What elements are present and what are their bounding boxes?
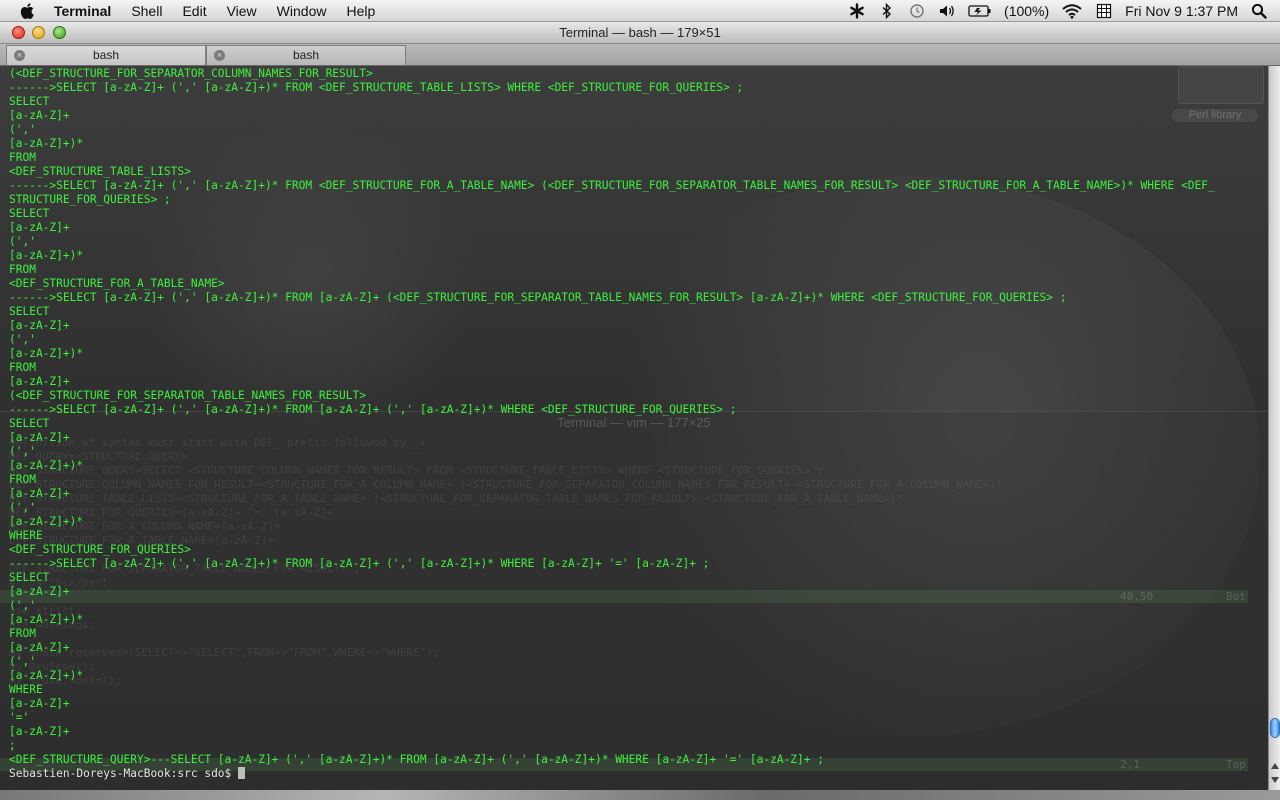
terminal-output: (<DEF_STRUCTURE_FOR_SEPARATOR_COLUMN_NAM… bbox=[9, 67, 1264, 781]
terminal-line: '=' bbox=[9, 711, 30, 724]
terminal-line: (<DEF_STRUCTURE_FOR_SEPARATOR_COLUMN_NAM… bbox=[9, 67, 373, 80]
terminal-line: [a-zA-Z]+ bbox=[9, 725, 70, 738]
scrollbar-thumb[interactable] bbox=[1270, 718, 1280, 738]
terminal-line: [a-zA-Z]+ bbox=[9, 487, 70, 500]
terminal-line: (',' bbox=[9, 235, 36, 248]
terminal-line: ; bbox=[9, 739, 16, 752]
terminal-line: FROM bbox=[9, 263, 36, 276]
terminal-line: ------>SELECT [a-zA-Z]+ (',' [a-zA-Z]+)*… bbox=[9, 81, 744, 94]
keyboard-layout-icon[interactable] bbox=[1095, 3, 1113, 19]
terminal-line: FROM bbox=[9, 151, 36, 164]
tab-label: bash bbox=[292, 48, 320, 62]
tab-bar: × bash × bash bbox=[0, 44, 1280, 66]
terminal-line: ------>SELECT [a-zA-Z]+ (',' [a-zA-Z]+)*… bbox=[9, 179, 1215, 192]
shell-prompt: Sebastien-Doreys-MacBook:src sdo$ bbox=[9, 767, 232, 780]
volume-icon[interactable] bbox=[938, 3, 956, 19]
terminal-line: <DEF_STRUCTURE_FOR_QUERIES> bbox=[9, 543, 191, 556]
time-machine-icon[interactable] bbox=[908, 3, 926, 19]
wifi-icon[interactable] bbox=[1061, 3, 1083, 19]
terminal-line: [a-zA-Z]+)* bbox=[9, 613, 84, 626]
asterisk-icon[interactable] bbox=[848, 3, 866, 19]
terminal-line: ------>SELECT [a-zA-Z]+ (',' [a-zA-Z]+)*… bbox=[9, 557, 710, 570]
window-title-bar[interactable]: Terminal — bash — 179×51 bbox=[0, 22, 1280, 44]
terminal-line: SELECT bbox=[9, 95, 50, 108]
terminal-line: (',' bbox=[9, 655, 36, 668]
terminal-line: [a-zA-Z]+ bbox=[9, 641, 70, 654]
terminal-line: SELECT bbox=[9, 305, 50, 318]
terminal-line: STRUCTURE_FOR_QUERIES> ; bbox=[9, 193, 171, 206]
menu-app-terminal[interactable]: Terminal bbox=[54, 3, 111, 19]
terminal-line: [a-zA-Z]+ bbox=[9, 221, 70, 234]
menu-bar: Terminal Shell Edit View Window Help (10… bbox=[0, 0, 1280, 22]
terminal-line: <DEF_STRUCTURE_TABLE_LISTS> bbox=[9, 165, 191, 178]
tab-bash-2[interactable]: × bash bbox=[206, 45, 406, 65]
terminal-line: [a-zA-Z]+ bbox=[9, 319, 70, 332]
battery-percentage: (100%) bbox=[1004, 3, 1050, 19]
apple-icon[interactable] bbox=[18, 1, 38, 21]
menu-window[interactable]: Window bbox=[277, 3, 327, 19]
terminal-line: [a-zA-Z]+)* bbox=[9, 459, 84, 472]
terminal-line: [a-zA-Z]+)* bbox=[9, 347, 84, 360]
terminal-line: [a-zA-Z]+)* bbox=[9, 249, 84, 262]
terminal-line: (',' bbox=[9, 445, 36, 458]
terminal-line: [a-zA-Z]+ bbox=[9, 697, 70, 710]
terminal-line: (',' bbox=[9, 123, 36, 136]
terminal-line: WHERE bbox=[9, 529, 43, 542]
menu-bar-status-area: (100%) Fri Nov 9 1:37 PM bbox=[848, 0, 1280, 22]
close-tab-icon[interactable]: × bbox=[214, 50, 225, 61]
spotlight-icon[interactable] bbox=[1250, 3, 1268, 19]
terminal-line: <DEF_STRUCTURE_QUERY>---SELECT [a-zA-Z]+… bbox=[9, 753, 824, 766]
terminal-scrollbar[interactable] bbox=[1268, 66, 1280, 790]
tab-label: bash bbox=[92, 48, 120, 62]
scroll-up-arrow-icon[interactable] bbox=[1271, 763, 1279, 769]
menu-edit[interactable]: Edit bbox=[182, 3, 206, 19]
terminal-line: [a-zA-Z]+ bbox=[9, 431, 70, 444]
terminal-line: (',' bbox=[9, 333, 36, 346]
terminal-line: SELECT bbox=[9, 207, 50, 220]
terminal-view[interactable]: Perl library Terminal — vim — 177×25 40,… bbox=[0, 66, 1268, 790]
menu-help[interactable]: Help bbox=[346, 3, 375, 19]
close-tab-icon[interactable]: × bbox=[14, 50, 25, 61]
window-title: Terminal — bash — 179×51 bbox=[559, 25, 721, 40]
terminal-line: [a-zA-Z]+)* bbox=[9, 669, 84, 682]
terminal-line: ------>SELECT [a-zA-Z]+ (',' [a-zA-Z]+)*… bbox=[9, 291, 1067, 304]
terminal-line: [a-zA-Z]+ bbox=[9, 585, 70, 598]
tab-bash-1[interactable]: × bash bbox=[6, 45, 206, 65]
terminal-line: (',' bbox=[9, 501, 36, 514]
terminal-line: [a-zA-Z]+)* bbox=[9, 515, 84, 528]
dock-strip bbox=[0, 790, 1280, 800]
terminal-line: SELECT bbox=[9, 417, 50, 430]
terminal-line: [a-zA-Z]+ bbox=[9, 109, 70, 122]
battery-icon[interactable] bbox=[968, 3, 992, 19]
terminal-line: [a-zA-Z]+)* bbox=[9, 137, 84, 150]
terminal-line: WHERE bbox=[9, 683, 43, 696]
terminal-line: SELECT bbox=[9, 571, 50, 584]
scroll-down-arrow-icon[interactable] bbox=[1271, 777, 1279, 783]
terminal-line: [a-zA-Z]+ bbox=[9, 375, 70, 388]
terminal-line: ------>SELECT [a-zA-Z]+ (',' [a-zA-Z]+)*… bbox=[9, 403, 737, 416]
text-cursor bbox=[238, 767, 246, 779]
menu-view[interactable]: View bbox=[227, 3, 257, 19]
bluetooth-icon[interactable] bbox=[878, 3, 896, 19]
terminal-line: FROM bbox=[9, 361, 36, 374]
menu-clock[interactable]: Fri Nov 9 1:37 PM bbox=[1125, 3, 1238, 19]
terminal-line: FROM bbox=[9, 627, 36, 640]
terminal-line: (',' bbox=[9, 599, 36, 612]
terminal-line: (<DEF_STRUCTURE_FOR_SEPARATOR_TABLE_NAME… bbox=[9, 389, 366, 402]
menu-shell[interactable]: Shell bbox=[131, 3, 162, 19]
shell-prompt-line[interactable]: Sebastien-Doreys-MacBook:src sdo$ bbox=[9, 767, 1264, 781]
terminal-line: FROM bbox=[9, 473, 36, 486]
terminal-line: <DEF_STRUCTURE_FOR_A_TABLE_NAME> bbox=[9, 277, 225, 290]
